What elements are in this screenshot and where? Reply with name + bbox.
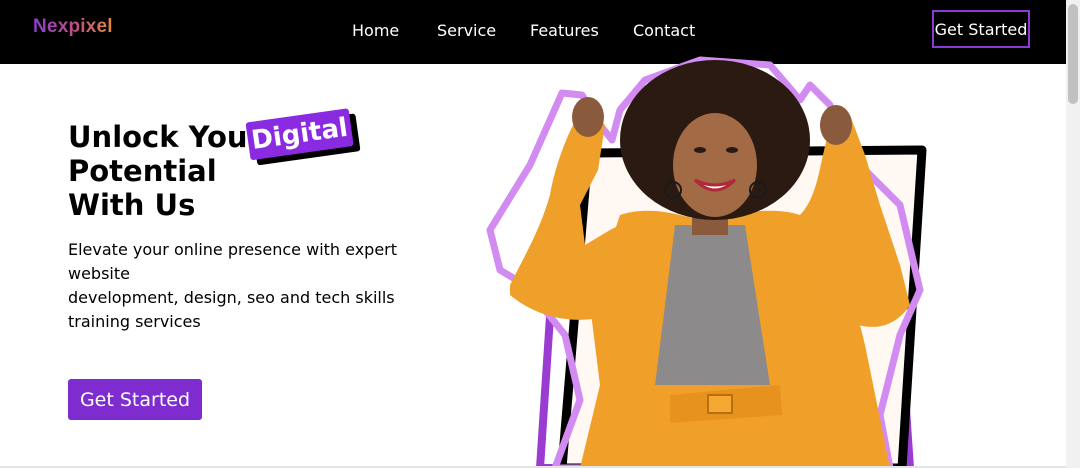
subtext-line-1: Elevate your online presence with expert bbox=[68, 240, 398, 259]
logo[interactable]: Nexpixel bbox=[33, 16, 113, 38]
nav-get-started-button[interactable]: Get Started bbox=[932, 10, 1030, 48]
nav-home-link[interactable]: Home bbox=[352, 21, 399, 40]
left-fist bbox=[572, 97, 604, 137]
face bbox=[673, 113, 757, 217]
vertical-scrollbar[interactable] bbox=[1066, 0, 1080, 468]
hero-get-started-button[interactable]: Get Started bbox=[68, 379, 202, 420]
left-eye bbox=[694, 147, 706, 153]
subtext-line-3: development, design, seo and tech skills bbox=[68, 288, 395, 307]
right-fist bbox=[820, 105, 852, 145]
hero-illustration bbox=[486, 56, 927, 468]
headline-line-3: With Us bbox=[68, 188, 196, 222]
headline-line-2: Potential bbox=[68, 154, 217, 188]
belt-buckle bbox=[707, 394, 733, 414]
landing-page: Nexpixel Home Service Features Contact G… bbox=[0, 0, 1080, 468]
nav-service-link[interactable]: Service bbox=[437, 21, 496, 40]
subtext-line-4: training services bbox=[68, 312, 201, 331]
hero-subtext: Elevate your online presence with expert… bbox=[68, 238, 398, 334]
subtext-line-2: website bbox=[68, 264, 130, 283]
nav-contact-link[interactable]: Contact bbox=[633, 21, 695, 40]
nav-features-link[interactable]: Features bbox=[530, 21, 599, 40]
right-eye bbox=[726, 147, 738, 153]
scrollbar-thumb[interactable] bbox=[1068, 4, 1078, 104]
